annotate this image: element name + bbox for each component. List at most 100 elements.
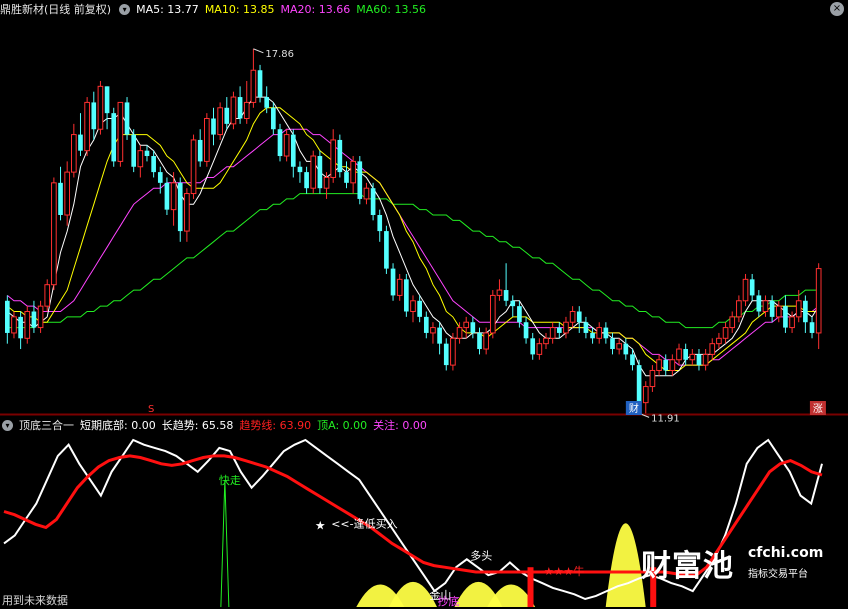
- watermark-subtitle: 指标交易平台: [748, 569, 808, 580]
- candle-body: [477, 332, 482, 350]
- watermark-url: cfchi.com: [748, 545, 824, 561]
- candle-body: [237, 97, 243, 119]
- candle-body: [789, 316, 795, 329]
- candle-body: [563, 321, 569, 334]
- candle-body: [410, 300, 416, 312]
- candle-body: [131, 134, 137, 167]
- candle-body: [18, 316, 23, 339]
- candle-body: [390, 268, 396, 296]
- candle-body: [51, 182, 57, 286]
- candle-body: [736, 300, 742, 318]
- candle-body: [11, 316, 17, 334]
- candle-body: [669, 359, 676, 371]
- candle-body: [803, 300, 808, 323]
- candle-body: [357, 161, 363, 199]
- candle-body: [377, 215, 383, 232]
- candle-body: [370, 188, 376, 215]
- candle-body: [330, 139, 337, 178]
- candle-body: [769, 300, 775, 317]
- candle-body: [583, 322, 589, 333]
- candle-body: [317, 156, 323, 189]
- low-label: 11.91: [651, 413, 680, 424]
- candle-body: [243, 101, 250, 119]
- candle-body: [290, 134, 296, 167]
- candle-body: [384, 231, 389, 269]
- candle-body: [137, 150, 144, 168]
- dropdown-icon[interactable]: ▾: [2, 419, 13, 431]
- candle-body: [623, 343, 629, 355]
- candle-body: [64, 171, 71, 216]
- candle-body: [283, 134, 290, 157]
- candle-body: [702, 353, 709, 366]
- candle-body: [58, 182, 63, 215]
- candle-body: [496, 289, 503, 296]
- price-grid: [0, 413, 848, 416]
- ma10-label: MA10: 13.85: [204, 2, 275, 16]
- candle-body: [456, 327, 463, 339]
- candle-body: [217, 107, 223, 136]
- candle-body: [709, 343, 716, 355]
- close-icon[interactable]: ×: [830, 2, 844, 16]
- candle-body: [689, 353, 696, 361]
- candlestick-series: [4, 48, 822, 414]
- candle-body: [503, 290, 509, 301]
- trend-line-label: 趋势线: 63.90: [239, 419, 312, 432]
- footer-note: 用到未来数据: [2, 594, 68, 607]
- candle-body: [164, 182, 170, 210]
- candle-body: [111, 113, 117, 162]
- ma10-polyline: [6, 107, 819, 371]
- candle-body: [530, 338, 536, 355]
- candle-body: [517, 306, 522, 323]
- candle-body: [84, 101, 90, 152]
- candle-body: [450, 337, 456, 366]
- candle-body: [443, 343, 449, 366]
- ma20-line: [6, 128, 820, 366]
- dropdown-icon[interactable]: ▾: [119, 3, 131, 15]
- candle-body: [264, 97, 270, 108]
- high-label: 17.86: [265, 49, 294, 60]
- marker-label: 涨: [813, 403, 823, 415]
- short-bottom-label: 短期底部: 0.00: [80, 419, 156, 432]
- candle-body: [170, 182, 177, 211]
- candle-body: [610, 338, 615, 350]
- candle-body: [257, 70, 263, 98]
- candle-body: [536, 343, 543, 355]
- long-trend-label: 长趋势: 65.58: [161, 419, 234, 432]
- candle-body: [37, 305, 44, 329]
- candle-body: [24, 311, 31, 339]
- candle-body: [795, 300, 802, 318]
- indicator-header: ▾ 顶底三合一 短期底部: 0.00 长趋势: 65.58 趋势线: 63.90…: [0, 416, 433, 434]
- indicator-label: 多头: [470, 548, 492, 562]
- candle-body: [224, 107, 230, 124]
- candle-body: [250, 69, 257, 103]
- ma20-label: MA20: 13.66: [280, 2, 351, 16]
- candle-body: [71, 134, 77, 173]
- candle-body: [197, 139, 203, 162]
- watermark-logo: 财富池: [641, 549, 734, 584]
- candle-body: [722, 327, 729, 339]
- candle-body: [363, 187, 370, 200]
- candle-body: [31, 311, 37, 328]
- candle-body: [190, 139, 197, 195]
- candle-body: [430, 327, 436, 334]
- candle-body: [396, 278, 403, 296]
- ma60-label: MA60: 13.56: [356, 2, 426, 16]
- candle-body: [729, 316, 736, 329]
- candle-body: [656, 359, 662, 371]
- candle-body: [470, 322, 476, 333]
- candle-body: [184, 193, 190, 232]
- candle-body: [97, 85, 104, 130]
- candle-body: [549, 327, 556, 339]
- candle-body: [636, 365, 642, 403]
- candle-body: [104, 86, 110, 114]
- green-spike: [220, 479, 230, 608]
- candle-body: [749, 279, 755, 296]
- marker-label: 财: [629, 402, 639, 415]
- ma10-line: [6, 107, 819, 371]
- candle-body: [124, 102, 130, 135]
- candle-body: [742, 278, 749, 302]
- main-header: 鼎胜新材(日线 前复权) ▾ MA5: 13.77 MA10: 13.85 MA…: [0, 0, 432, 18]
- candle-body: [177, 182, 183, 232]
- candle-body: [483, 332, 489, 350]
- candle-body: [151, 156, 156, 173]
